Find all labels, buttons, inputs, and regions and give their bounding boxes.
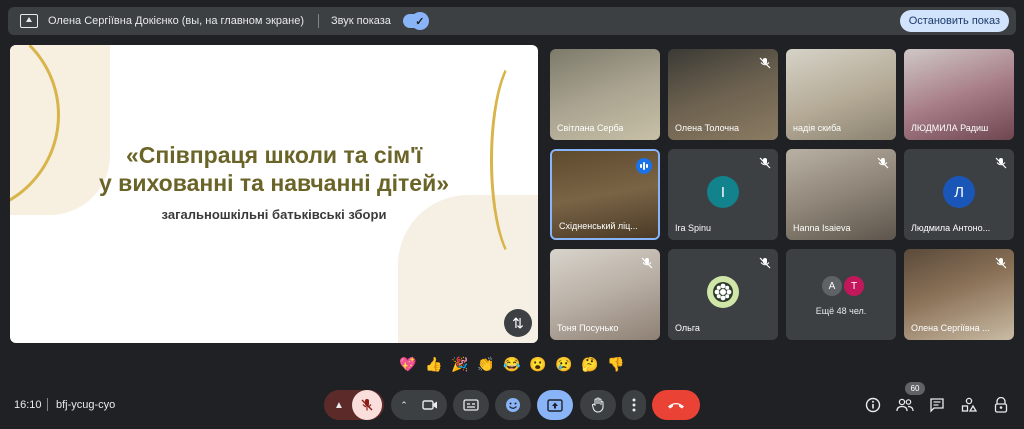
presentation-slide: «Співпраця школи та сім'ї у вихованні та… — [10, 45, 538, 343]
participant-tile[interactable]: Тоня Посунько — [550, 249, 660, 340]
avatar: I — [707, 176, 739, 208]
mic-off-icon — [759, 57, 771, 69]
emoji-button[interactable] — [495, 390, 531, 420]
check-icon: ✓ — [410, 12, 429, 30]
participant-tile[interactable]: ЛЮДМИЛА Радиш — [904, 49, 1014, 140]
participant-name: Тоня Посунько — [557, 323, 619, 333]
stop-presenting-button[interactable]: Остановить показ — [899, 10, 1009, 32]
chevron-up-icon[interactable]: ⌃ — [393, 390, 415, 420]
avatar: A — [822, 276, 842, 296]
participant-name: надія скиба — [793, 123, 842, 133]
info-icon — [865, 397, 881, 413]
host-controls-button[interactable] — [991, 395, 1011, 415]
reaction-thumbs-down-button[interactable]: 👎 — [606, 354, 626, 374]
participant-tile[interactable]: Світлана Серба — [550, 49, 660, 140]
present-screen-icon — [547, 398, 563, 412]
hand-icon — [591, 397, 604, 413]
more-options-button[interactable] — [622, 390, 646, 420]
activities-button[interactable] — [959, 395, 979, 415]
lock-person-icon — [994, 397, 1008, 413]
presenter-text: Олена Сергіївна Докієнко (вы, на главном… — [48, 15, 304, 27]
reaction-party-button[interactable]: 🎉 — [450, 354, 470, 374]
reaction-laugh-button[interactable]: 😂 — [502, 354, 522, 374]
chat-icon — [930, 398, 944, 413]
reactions-bar: 💖 👍 🎉 👏 😂 😮 😢 🤔 👎 — [392, 351, 632, 377]
participant-name: Олена Толочна — [675, 123, 740, 133]
mic-off-icon — [995, 257, 1007, 269]
more-participants-label: Ещё 48 чел. — [815, 306, 867, 316]
people-icon — [896, 398, 914, 412]
more-vert-icon — [632, 398, 636, 412]
slide-subtitle: загальношкільні батьківські збори — [161, 207, 387, 222]
meeting-details-button[interactable] — [863, 395, 883, 415]
flower-logo-icon — [707, 276, 739, 308]
reaction-surprised-button[interactable]: 😮 — [528, 354, 548, 374]
participant-tile[interactable]: Олена Толочна — [668, 49, 778, 140]
reaction-thinking-button[interactable]: 🤔 — [580, 354, 600, 374]
participant-name: Людмила Антоно... — [911, 223, 991, 233]
participant-name: Олена Сергіївна ... — [911, 323, 990, 333]
mic-off-icon — [361, 399, 373, 411]
more-avatars: A T — [822, 276, 866, 296]
mic-off-icon — [995, 157, 1007, 169]
participants-count-badge: 60 — [905, 382, 925, 395]
slide-title: «Співпраця школи та сім'ї у вихованні та… — [10, 141, 538, 197]
activities-icon — [961, 397, 977, 412]
participant-name: Ольга — [675, 323, 700, 333]
avatar: T — [844, 276, 864, 296]
meeting-time: 16:10 — [14, 399, 42, 411]
participant-name: Hanna Isaieva — [793, 223, 851, 233]
camera-button[interactable] — [415, 390, 445, 420]
participant-tile[interactable]: I Ira Spinu — [668, 149, 778, 240]
speaking-indicator-icon — [636, 158, 652, 174]
divider — [318, 14, 319, 28]
reaction-sad-button[interactable]: 😢 — [554, 354, 574, 374]
participant-tile[interactable]: Ольга — [668, 249, 778, 340]
participant-name: Ira Spinu — [675, 223, 712, 233]
reaction-thumbs-up-button[interactable]: 👍 — [424, 354, 444, 374]
mic-off-icon — [877, 157, 889, 169]
more-participants-tile[interactable]: A T Ещё 48 чел. — [786, 249, 896, 340]
leave-call-button[interactable] — [652, 390, 700, 420]
meeting-code: bfj-ycug-cyo — [56, 399, 116, 411]
raise-hand-button[interactable] — [580, 390, 616, 420]
captions-button[interactable] — [453, 390, 489, 420]
sound-label: Звук показа — [331, 15, 391, 27]
mic-off-icon — [641, 257, 653, 269]
mic-off-button[interactable] — [352, 390, 382, 420]
mic-off-icon — [759, 257, 771, 269]
participant-name: Світлана Серба — [557, 123, 624, 133]
slide-title-line-1: «Співпраця школи та сім'ї — [125, 142, 423, 168]
participant-tile[interactable]: Л Людмила Антоно... — [904, 149, 1014, 240]
slide-title-line-2: у вихованні та навчанні дітей» — [99, 170, 449, 196]
camera-control-group: ⌃ — [391, 390, 447, 420]
present-screen-icon — [20, 14, 38, 28]
participant-tile[interactable]: Hanna Isaieva — [786, 149, 896, 240]
present-now-button[interactable] — [537, 390, 573, 420]
swap-layout-button[interactable]: ⇅ — [504, 309, 532, 337]
emoji-icon — [506, 398, 520, 412]
chat-button[interactable] — [927, 395, 947, 415]
end-call-icon — [668, 403, 684, 409]
participant-name: ЛЮДМИЛА Радиш — [911, 123, 989, 133]
presenting-bar: Олена Сергіївна Докієнко (вы, на главном… — [8, 7, 1016, 35]
mic-off-icon — [759, 157, 771, 169]
participant-tile-active-speaker[interactable]: Східненський ліц... — [550, 149, 660, 240]
reaction-heart-button[interactable]: 💖 — [398, 354, 418, 374]
captions-icon — [463, 399, 479, 411]
sound-toggle[interactable]: ✓ — [402, 12, 429, 30]
participant-tile[interactable]: Олена Сергіївна ... — [904, 249, 1014, 340]
divider — [47, 398, 48, 411]
camera-icon — [422, 400, 437, 410]
participant-name: Східненський ліц... — [559, 221, 638, 231]
participant-tile[interactable]: надія скиба — [786, 49, 896, 140]
chevron-up-icon[interactable]: ▲ — [326, 390, 352, 420]
reaction-clap-button[interactable]: 👏 — [476, 354, 496, 374]
avatar: Л — [943, 176, 975, 208]
people-button[interactable] — [895, 395, 915, 415]
mic-control-group: ▲ — [324, 390, 384, 420]
